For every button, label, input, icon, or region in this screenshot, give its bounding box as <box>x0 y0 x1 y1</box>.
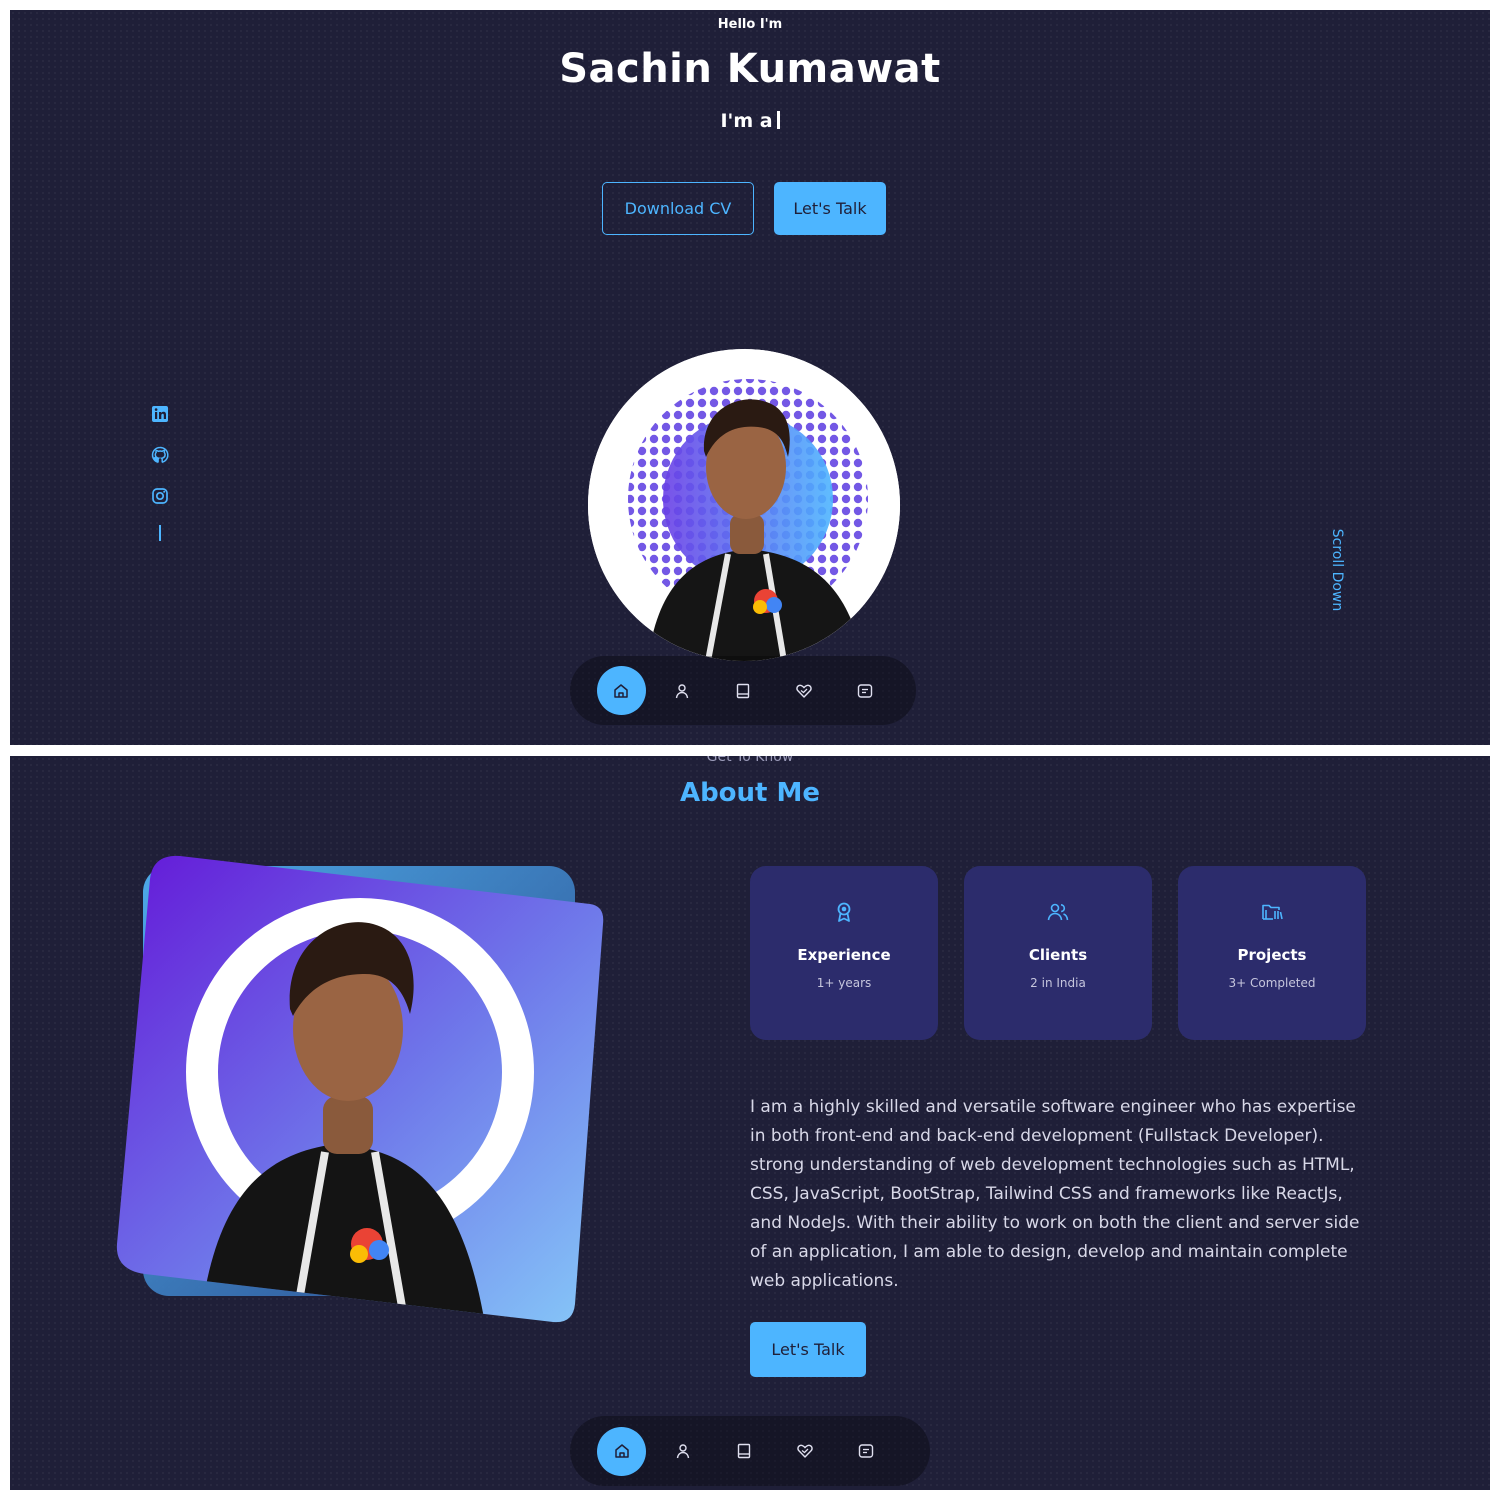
nav-about[interactable] <box>658 1427 707 1476</box>
about-subtitle: Get To Know <box>706 756 794 765</box>
card-experience[interactable]: Experience 1+ years <box>750 866 938 1040</box>
instagram-icon[interactable] <box>150 486 170 506</box>
lets-talk-button[interactable]: Let's Talk <box>774 182 886 235</box>
hero-portrait <box>588 349 900 661</box>
card-subtitle: 1+ years <box>816 976 872 990</box>
social-links <box>150 404 172 541</box>
hero-section: Hello I'm Sachin Kumawat I'm a Download … <box>10 10 1490 745</box>
card-title: Projects <box>1237 946 1307 964</box>
book-icon <box>737 1443 750 1459</box>
nav-services[interactable] <box>779 666 828 715</box>
card-title: Experience <box>797 946 891 964</box>
folder-icon <box>1262 904 1283 920</box>
user-icon <box>675 683 689 698</box>
bottom-nav <box>570 1416 930 1486</box>
download-cv-button[interactable]: Download CV <box>602 182 754 235</box>
about-title: About Me <box>679 778 821 808</box>
hero-typing-text: I'm a <box>10 110 1490 132</box>
card-title: Clients <box>1028 946 1088 964</box>
message-icon <box>857 683 872 698</box>
nav-services[interactable] <box>780 1427 829 1476</box>
nav-contact[interactable] <box>841 1427 890 1476</box>
nav-experience[interactable] <box>719 666 768 715</box>
bottom-nav <box>570 656 916 725</box>
card-clients[interactable]: Clients 2 in India <box>964 866 1152 1040</box>
nav-home[interactable] <box>597 1426 646 1476</box>
services-icon <box>796 684 812 698</box>
social-divider <box>159 525 161 541</box>
portrait-image <box>588 349 900 661</box>
users-icon <box>1047 903 1069 921</box>
card-projects[interactable]: Projects 3+ Completed <box>1178 866 1366 1040</box>
about-section: Get To Know About Me Experience 1+ years… <box>10 756 1490 1490</box>
services-icon <box>796 1444 813 1458</box>
about-description: I am a highly skilled and versatile soft… <box>750 1097 1360 1291</box>
typing-cursor <box>776 111 780 129</box>
nav-home[interactable] <box>597 666 646 715</box>
nav-experience[interactable] <box>719 1427 768 1476</box>
home-icon <box>614 1444 629 1458</box>
hero-greeting: Hello I'm <box>717 17 783 32</box>
typing-label: I'm a <box>720 110 773 132</box>
about-lets-talk-button[interactable]: Let's Talk <box>750 1322 866 1377</box>
scroll-down-link[interactable]: Scroll Down <box>1329 525 1345 615</box>
about-image <box>105 834 605 1334</box>
linkedin-icon[interactable] <box>150 404 170 424</box>
award-icon <box>837 902 851 922</box>
card-subtitle: 3+ Completed <box>1228 976 1316 990</box>
message-icon <box>858 1444 873 1458</box>
home-icon <box>614 683 629 698</box>
about-cards: Experience 1+ years Clients 2 in India P… <box>750 866 1366 1040</box>
nav-contact[interactable] <box>840 666 889 715</box>
about-portrait-image <box>116 855 604 1323</box>
github-icon[interactable] <box>150 445 170 465</box>
user-icon <box>676 1444 689 1459</box>
hero-name: Sachin Kumawat <box>559 46 941 92</box>
book-icon <box>736 683 750 698</box>
nav-about[interactable] <box>658 666 707 715</box>
card-subtitle: 2 in India <box>1030 976 1086 990</box>
